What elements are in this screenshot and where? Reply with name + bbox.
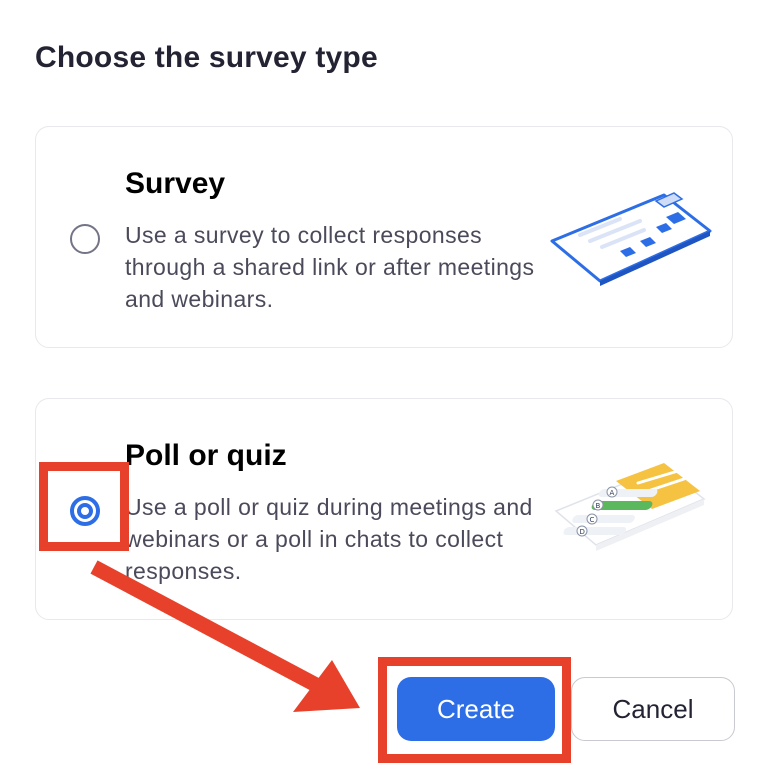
dialog-title: Choose the survey type — [35, 41, 378, 74]
answer-letter-b: B — [596, 502, 601, 510]
survey-radio-button[interactable] — [70, 224, 100, 254]
survey-option-title: Survey — [125, 167, 226, 200]
annotation-arrow-icon — [90, 560, 360, 712]
poll-quiz-option-card[interactable]: Poll or quiz Use a poll or quiz during m… — [35, 398, 733, 620]
survey-option-card[interactable]: Survey Use a survey to collect responses… — [35, 126, 733, 348]
clipboard-illustration — [550, 192, 712, 286]
poll-quiz-radio-button[interactable] — [70, 496, 100, 526]
answer-letter-d: D — [580, 528, 585, 536]
poll-quiz-option-description: Use a poll or quiz during meetings and w… — [125, 494, 533, 584]
survey-option-description: Use a survey to collect responses throug… — [125, 222, 535, 312]
cancel-button[interactable]: Cancel — [571, 677, 735, 741]
create-button[interactable]: Create — [397, 677, 555, 741]
answer-letter-c: C — [590, 516, 595, 524]
poll-quiz-option-title: Poll or quiz — [125, 439, 287, 472]
answer-letter-a: A — [610, 489, 615, 497]
quiz-card-illustration: A B C D — [554, 463, 706, 551]
